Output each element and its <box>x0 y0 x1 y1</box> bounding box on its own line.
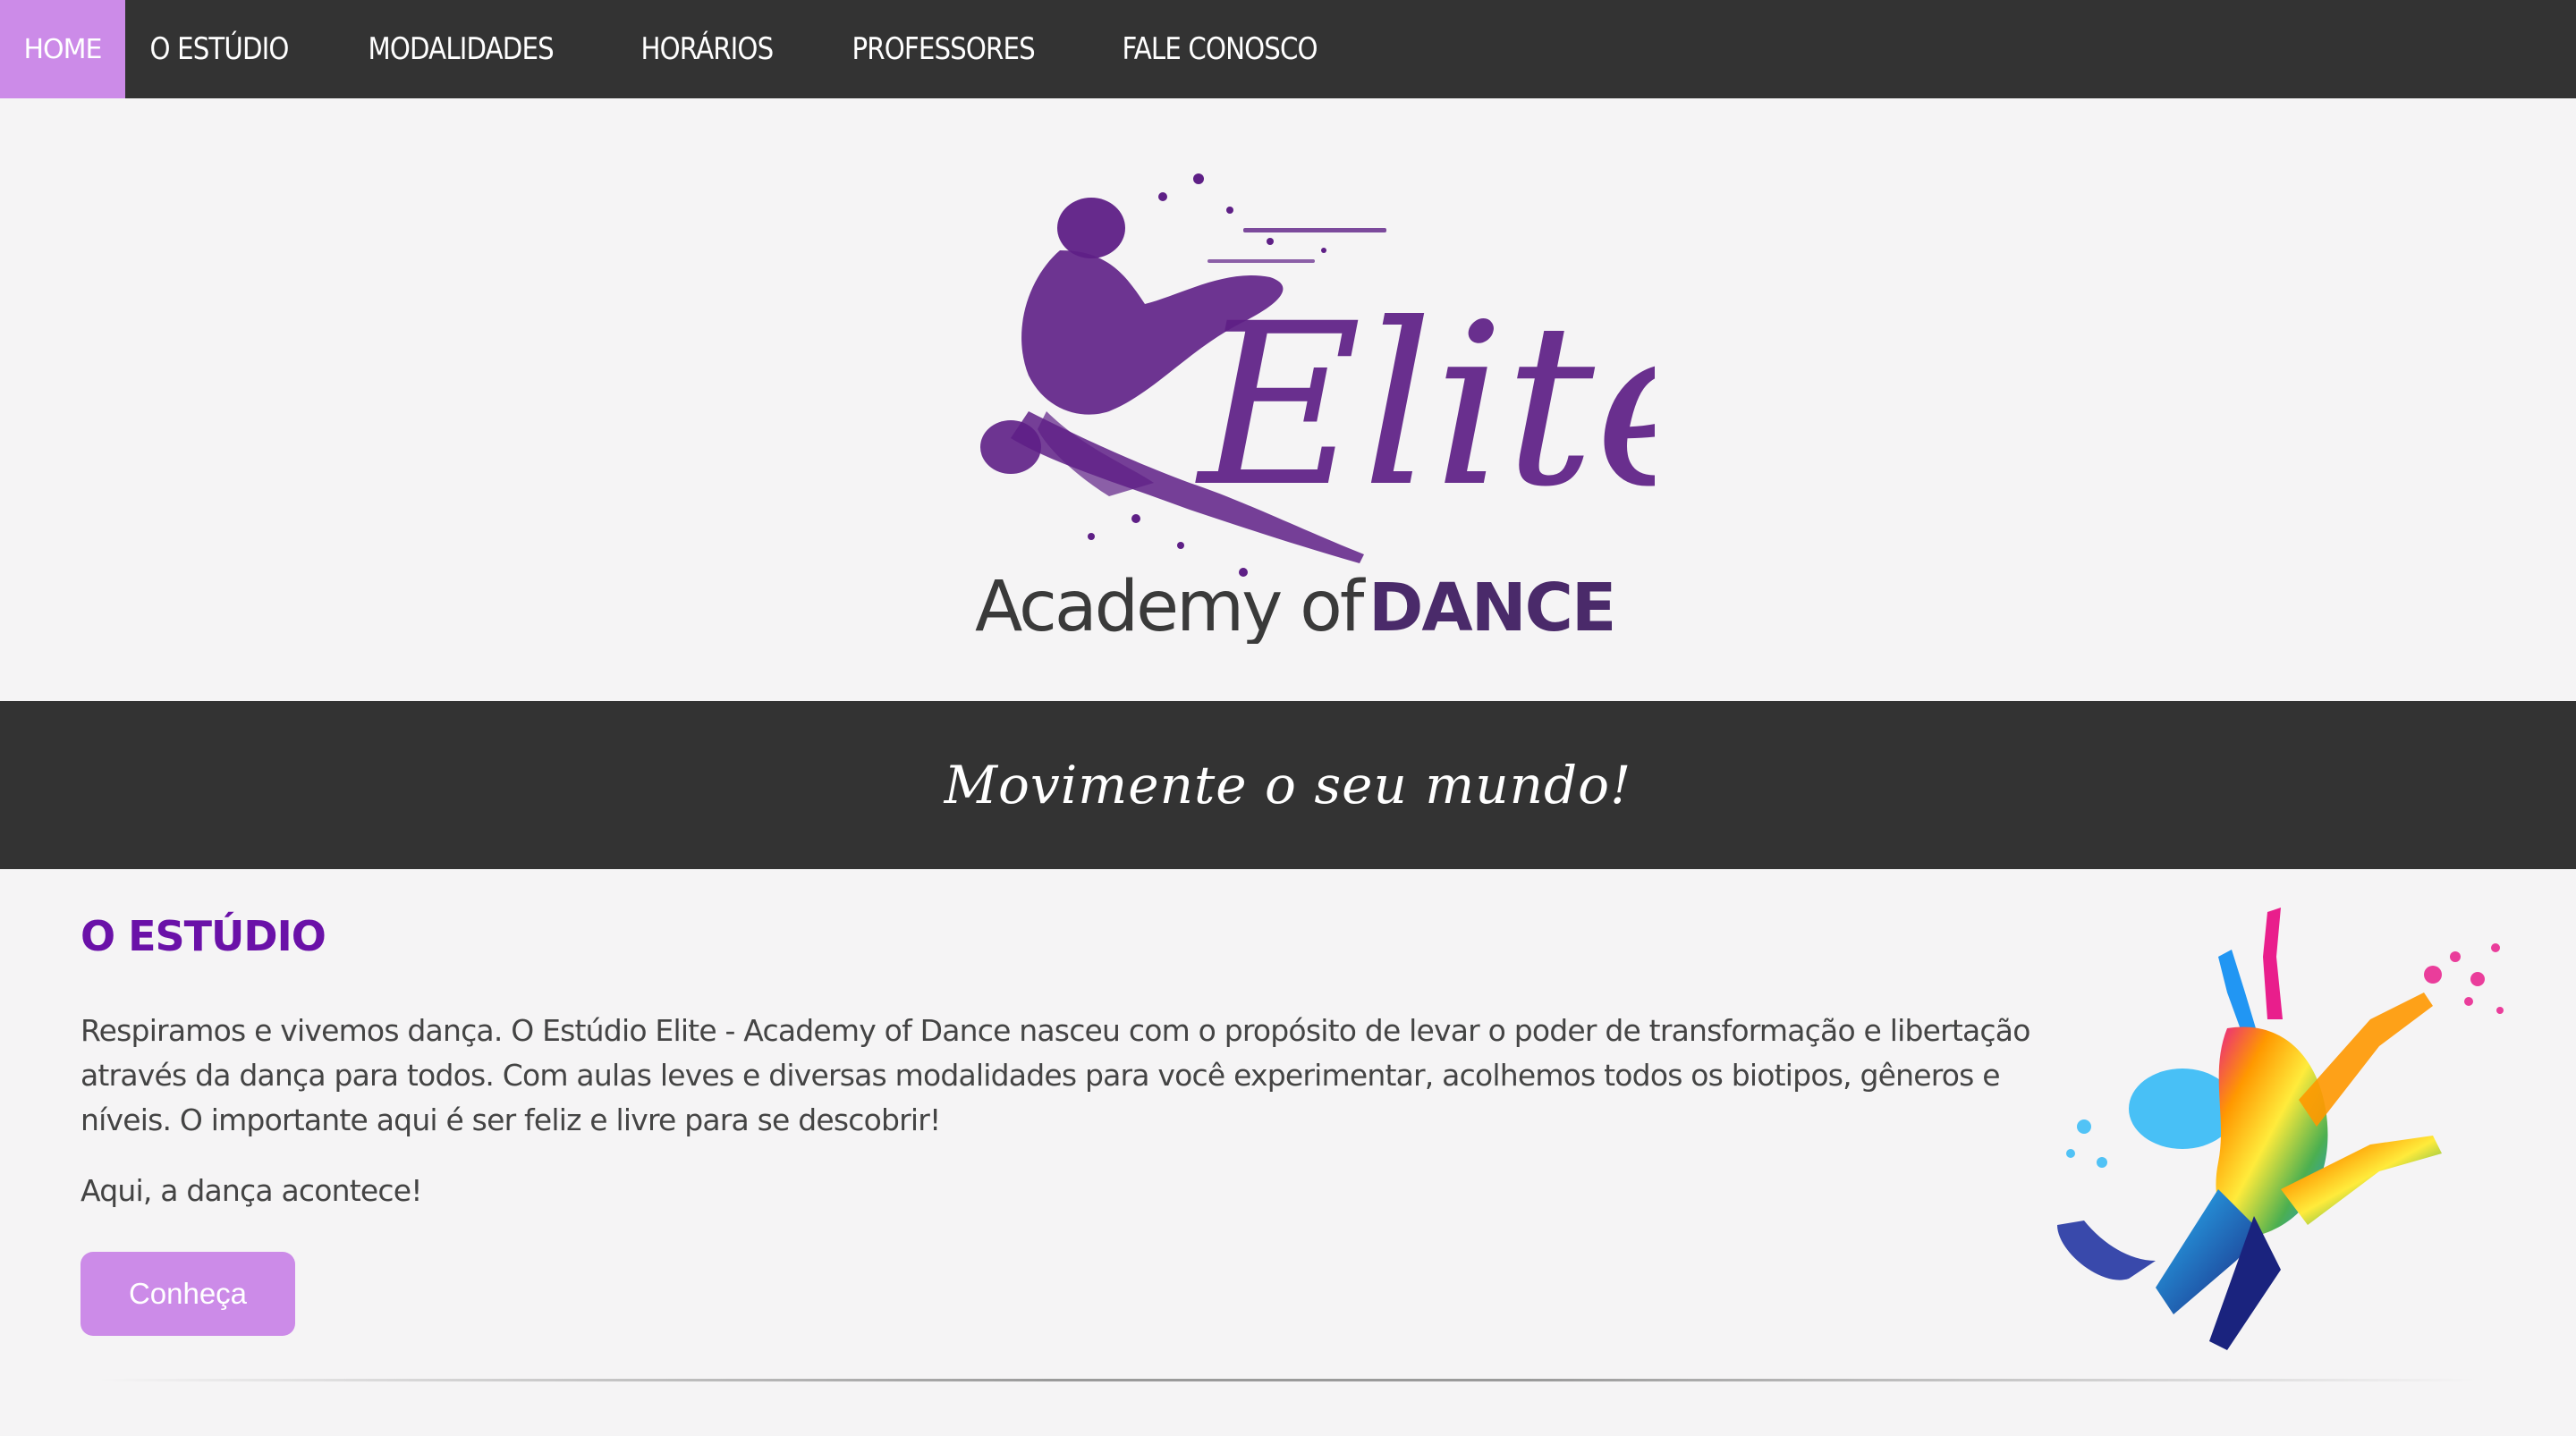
section-title: O ESTÚDIO <box>80 912 326 960</box>
slogan-banner: Movimente o seu mundo! <box>0 701 2576 869</box>
nav-modalidades[interactable]: MODALIDADES <box>343 0 578 98</box>
nav-horarios[interactable]: HORÁRIOS <box>616 0 798 98</box>
conheca-button[interactable]: Conheça <box>80 1252 295 1336</box>
studio-paragraph: Respiramos e vivemos dança. O Estúdio El… <box>80 1013 2030 1137</box>
logo-subtitle-bold: DANCE <box>1368 570 1615 644</box>
logo-script-text: Elite <box>1195 275 1655 536</box>
nav-modalidades-label: MODALIDADES <box>368 31 555 67</box>
dancer-illustration <box>2048 894 2513 1359</box>
nav-fale-conosco-label: FALE CONOSCO <box>1122 31 1318 67</box>
nav-horarios-label: HORÁRIOS <box>640 31 775 67</box>
nav-o-estudio-label: O ESTÚDIO <box>149 31 290 67</box>
slogan-text: Movimente o seu mundo! <box>944 755 1632 815</box>
nav-home[interactable]: HOME <box>0 0 125 98</box>
nav-home-label: HOME <box>23 33 103 65</box>
colorful-dancer-image <box>2057 908 2504 1350</box>
logo-subtitle-light: Academy of <box>975 567 1366 644</box>
section-divider <box>98 1379 2478 1381</box>
nav-professores-label: PROFESSORES <box>852 31 1036 67</box>
nav-professores[interactable]: PROFESSORES <box>827 0 1059 98</box>
top-navbar: HOME O ESTÚDIO MODALIDADES HORÁRIOS PROF… <box>0 0 2576 98</box>
studio-description: Respiramos e vivemos dança. O Estúdio El… <box>80 1009 2066 1143</box>
nav-fale-conosco[interactable]: FALE CONOSCO <box>1097 0 1342 98</box>
elite-logo: Elite Academy of DANCE <box>975 143 1727 647</box>
nav-o-estudio[interactable]: O ESTÚDIO <box>125 0 313 98</box>
studio-tagline: Aqui, a dança acontece! <box>80 1173 422 1208</box>
elite-logo-graphic: Elite Academy of DANCE <box>975 173 1727 647</box>
